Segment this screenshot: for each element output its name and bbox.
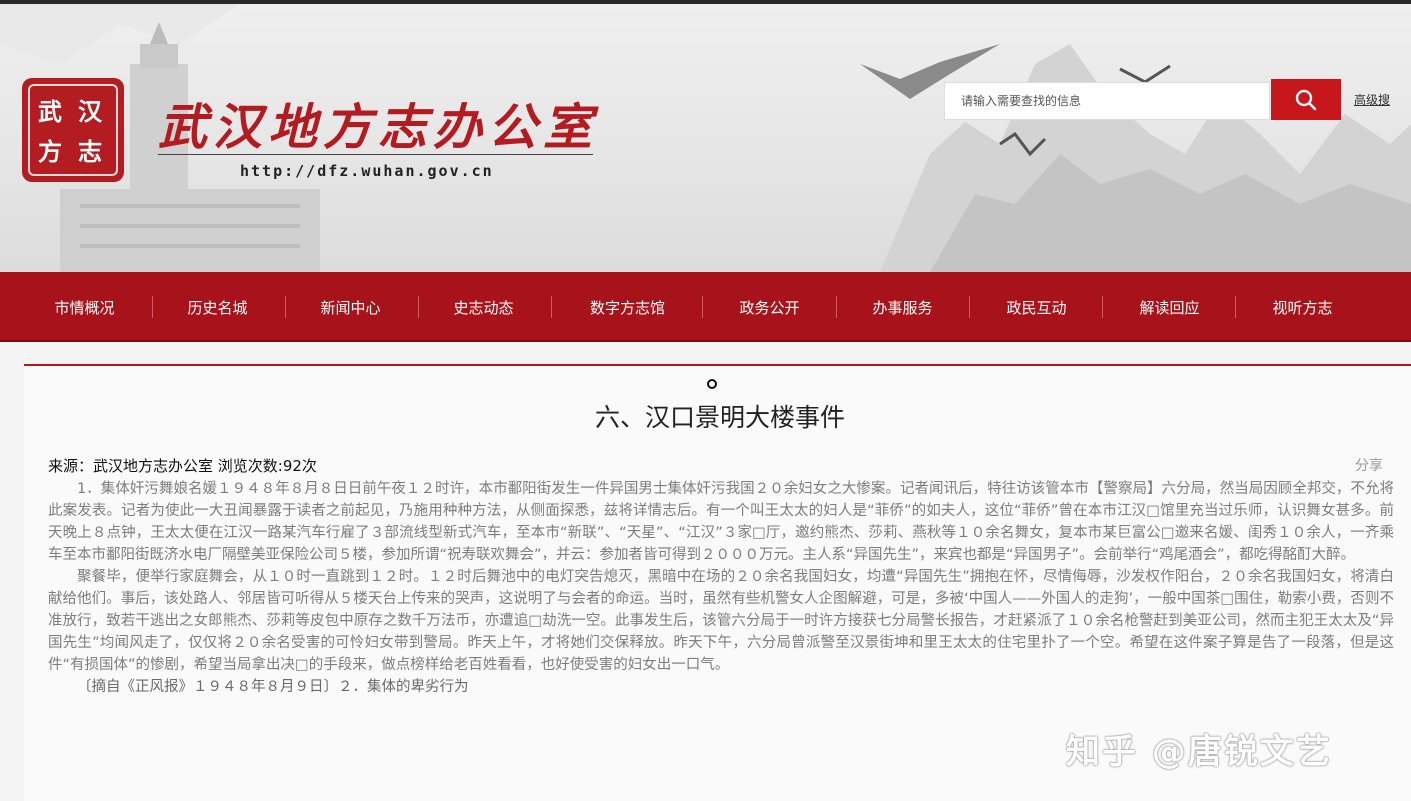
nav-item-lishi[interactable]: 历史名城 — [151, 272, 284, 342]
nav-item-shizhi[interactable]: 史志动态 — [417, 272, 550, 342]
nav-divider — [551, 296, 552, 318]
title-divider — [158, 154, 593, 155]
nav-item-jiedu[interactable]: 解读回应 — [1103, 272, 1236, 342]
nav-item-zhengwu[interactable]: 政务公开 — [703, 272, 836, 342]
main-nav: 市情概况 历史名城 新闻中心 史志动态 数字方志馆 政务公开 办事服务 政民互动… — [0, 272, 1411, 342]
search-button[interactable] — [1271, 79, 1341, 120]
nav-item-shuzi[interactable]: 数字方志馆 — [561, 272, 694, 342]
article-title: 六、汉口景明大楼事件 — [594, 403, 845, 432]
nav-item-shiqing[interactable]: 市情概况 — [18, 272, 151, 342]
site-url: http://dfz.wuhan.gov.cn — [240, 162, 494, 180]
site-title: 武汉地方志办公室 — [158, 98, 599, 156]
search-icon — [1295, 89, 1317, 110]
advanced-search-link[interactable]: 高级搜 — [1354, 91, 1390, 108]
mouse-cursor-icon — [707, 379, 717, 389]
nav-item-banshi[interactable]: 办事服务 — [836, 272, 969, 342]
nav-item-zhengmin[interactable]: 政民互动 — [970, 272, 1103, 342]
search-input[interactable] — [945, 83, 1269, 119]
nav-item-shiting[interactable]: 视听方志 — [1236, 272, 1369, 342]
article-paragraph: 聚餐毕，便举行家庭舞会，从１０时一直跳到１２时。１２时后舞池中的电灯突告熄灭，黑… — [48, 569, 1394, 673]
article-meta: 来源：武汉地方志办公室 浏览次数:92次 — [48, 457, 317, 475]
nav-item-xinwen[interactable]: 新闻中心 — [284, 272, 417, 342]
article-source-note: 〔摘自《正风报》１９４８年８月９日〕２．集体的卑劣行为 — [77, 679, 469, 695]
site-header: 武 汉 方 志 武汉地方志办公室 http://dfz.wuhan.gov.cn… — [0, 4, 1411, 272]
article-paragraph: 1．集体奸污舞娘名媛１９４８年８月８日日前午夜１２时许，本市鄱阳街发生一件异国男… — [48, 481, 1394, 563]
zhihu-watermark: 知乎 @唐锐文艺 — [1066, 732, 1332, 772]
article-body: 1．集体奸污舞娘名媛１９４８年８月８日日前午夜１２时许，本市鄱阳街发生一件异国男… — [48, 478, 1394, 698]
search-box — [944, 82, 1270, 120]
wuhan-seal-logo: 武 汉 方 志 — [22, 78, 124, 182]
share-link[interactable]: 分享 — [1355, 455, 1383, 475]
